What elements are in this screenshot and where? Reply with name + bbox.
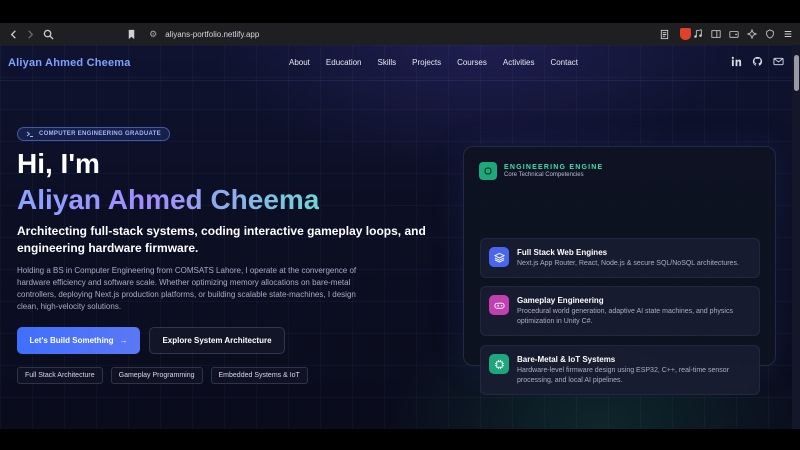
explore-architecture-button[interactable]: Explore System Architecture xyxy=(149,327,285,354)
panel-title: ENGINEERING ENGINE xyxy=(504,164,604,171)
hero-name: Aliyan Ahmed Cheema xyxy=(17,184,320,215)
engineering-engine-panel: ENGINEERING ENGINE Core Technical Compet… xyxy=(463,146,776,395)
chip-embedded: Embedded Systems & IoT xyxy=(210,367,308,384)
music-icon[interactable] xyxy=(691,28,704,41)
panel-subtitle: Core Technical Competencies xyxy=(504,172,584,178)
chip-icon xyxy=(489,354,509,374)
layers-icon xyxy=(489,247,509,267)
nav-link-education[interactable]: Education xyxy=(326,58,362,67)
chip-gameplay: Gameplay Programming xyxy=(110,367,203,384)
cpu-icon xyxy=(479,162,497,180)
social-links xyxy=(731,54,784,72)
competency-card-web: Full Stack Web Engines Next.js App Route… xyxy=(480,238,760,278)
mail-icon[interactable] xyxy=(773,54,784,72)
nav-links: About Education Skills Projects Courses … xyxy=(289,58,594,67)
role-badge: COMPUTER ENGINEERING GRADUATE xyxy=(17,127,170,141)
hero-tagline: Architecting full-stack systems, coding … xyxy=(17,224,426,255)
screen-top-strip xyxy=(0,0,800,23)
linkedin-icon[interactable] xyxy=(731,54,742,72)
bookmark-icon[interactable] xyxy=(124,26,139,42)
forward-icon[interactable] xyxy=(23,26,38,42)
competency-card-iot: Bare-Metal & IoT Systems Hardware-level … xyxy=(480,345,760,395)
card-text: Next.js App Router, React, Node.js & sec… xyxy=(517,260,739,267)
card-text: Hardware-level firmware design using ESP… xyxy=(517,367,730,384)
chip-full-stack: Full Stack Architecture xyxy=(17,367,103,384)
site-settings-icon[interactable]: ⚙ xyxy=(149,29,157,40)
url-text[interactable]: aliyans-portfolio.netlify.app xyxy=(165,30,259,39)
arrow-right-icon: → xyxy=(119,336,128,345)
page-scrollbar[interactable] xyxy=(792,45,800,429)
card-title: Gameplay Engineering xyxy=(517,296,604,305)
gamepad-icon xyxy=(489,295,509,315)
hero-greeting: Hi, I'm xyxy=(17,148,100,179)
role-badge-label: COMPUTER ENGINEERING GRADUATE xyxy=(39,131,161,137)
competency-card-gameplay: Gameplay Engineering Procedural world ge… xyxy=(480,286,760,336)
hero-description: Holding a BS in Computer Engineering fro… xyxy=(17,266,357,311)
terminal-icon xyxy=(26,131,33,137)
site-navbar: Aliyan Ahmed Cheema About Education Skil… xyxy=(0,45,792,81)
nav-link-activities[interactable]: Activities xyxy=(503,58,535,67)
panel-header: ENGINEERING ENGINE Core Technical Compet… xyxy=(479,162,603,180)
card-title: Full Stack Web Engines xyxy=(517,248,608,257)
nav-link-contact[interactable]: Contact xyxy=(550,58,578,67)
card-text: Procedural world generation, adaptive AI… xyxy=(517,308,733,325)
reader-icon[interactable] xyxy=(656,26,672,42)
github-icon[interactable] xyxy=(752,54,763,72)
leo-icon[interactable] xyxy=(745,28,758,41)
skill-chips: Full Stack Architecture Gameplay Program… xyxy=(17,367,308,384)
sidebar-icon[interactable] xyxy=(709,28,722,41)
brave-shield-icon[interactable] xyxy=(680,28,691,40)
card-title: Bare-Metal & IoT Systems xyxy=(517,355,616,364)
nav-link-skills[interactable]: Skills xyxy=(378,58,397,67)
search-icon[interactable] xyxy=(41,26,56,42)
nav-link-courses[interactable]: Courses xyxy=(457,58,487,67)
vpn-icon[interactable] xyxy=(763,28,776,41)
wallet-icon[interactable] xyxy=(727,28,740,41)
brand-logo[interactable]: Aliyan Ahmed Cheema xyxy=(8,57,131,69)
page-viewport: Aliyan Ahmed Cheema About Education Skil… xyxy=(0,45,800,429)
nav-link-projects[interactable]: Projects xyxy=(412,58,441,67)
lets-build-label: Let's Build Something xyxy=(29,336,114,345)
scrollbar-thumb[interactable] xyxy=(794,55,799,91)
nav-link-about[interactable]: About xyxy=(289,58,310,67)
back-icon[interactable] xyxy=(6,26,21,42)
lets-build-button[interactable]: Let's Build Something → xyxy=(17,327,140,354)
menu-icon[interactable] xyxy=(781,28,794,41)
address-bar[interactable]: ⚙ aliyans-portfolio.netlify.app xyxy=(145,26,642,42)
browser-toolbar: ⚙ aliyans-portfolio.netlify.app xyxy=(0,23,800,45)
